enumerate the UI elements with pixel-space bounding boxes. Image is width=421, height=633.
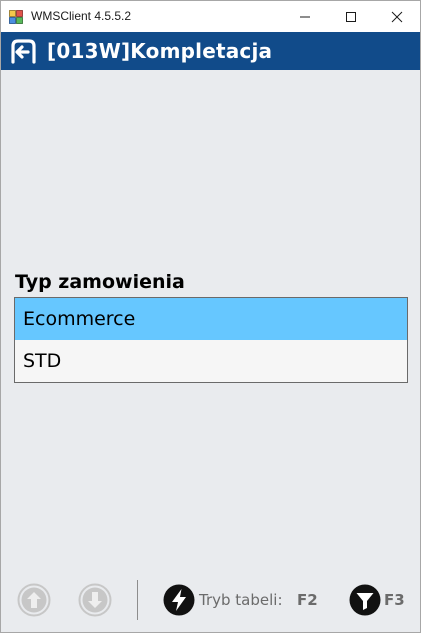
minimize-icon [300, 16, 310, 18]
app-icon [9, 9, 23, 24]
order-type-list[interactable]: Ecommerce STD [14, 297, 408, 383]
close-icon [391, 11, 403, 23]
back-arrow-icon[interactable] [9, 38, 37, 64]
minimize-button[interactable] [282, 1, 328, 32]
table-mode-key[interactable]: F2 [297, 591, 318, 609]
maximize-button[interactable] [328, 1, 374, 32]
screen-header: [013W]Kompletacja [1, 32, 420, 70]
table-mode-label[interactable]: Tryb tabeli: [199, 591, 283, 609]
filter-icon[interactable] [349, 584, 381, 616]
window-title: WMSClient 4.5.5.2 [31, 9, 132, 23]
filter-key[interactable]: F3 [384, 591, 405, 609]
maximize-icon [346, 12, 356, 22]
close-button[interactable] [374, 1, 420, 32]
arrow-up-circle-icon[interactable] [17, 583, 51, 617]
list-item-ecommerce[interactable]: Ecommerce [15, 298, 407, 340]
lightning-icon[interactable] [163, 584, 195, 616]
screen-title: [013W]Kompletacja [47, 39, 273, 63]
toolbar-separator [137, 580, 138, 620]
app-window: WMSClient 4.5.5.2 [013W]Kompletacja Typ … [0, 0, 421, 633]
list-item-std[interactable]: STD [15, 340, 407, 382]
title-bar[interactable]: WMSClient 4.5.5.2 [1, 1, 420, 32]
order-type-label: Typ zamowienia [15, 271, 185, 293]
arrow-down-circle-icon[interactable] [78, 583, 112, 617]
